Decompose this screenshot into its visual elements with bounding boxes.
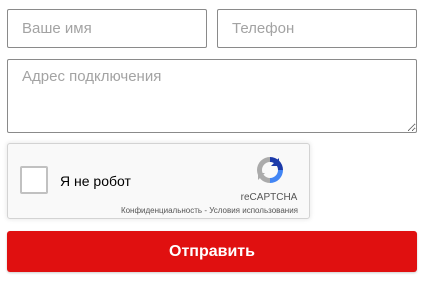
submit-button[interactable]: Отправить xyxy=(7,231,417,272)
recaptcha-checkbox[interactable] xyxy=(20,166,48,194)
recaptcha-brand: reCAPTCHA xyxy=(240,192,298,203)
recaptcha-links: Конфиденциальность - Условия использован… xyxy=(121,206,298,215)
contact-form: Я не робот reCAPTCHA Конфиденциальность … xyxy=(0,0,427,286)
recaptcha-logo-icon xyxy=(257,157,283,183)
recaptcha-checkbox-label: Я не робот xyxy=(60,173,131,189)
phone-input[interactable] xyxy=(217,9,417,48)
terms-link[interactable]: Условия использования xyxy=(209,206,298,215)
privacy-link[interactable]: Конфиденциальность xyxy=(121,206,202,215)
address-textarea[interactable] xyxy=(7,59,417,133)
recaptcha-widget: Я не робот reCAPTCHA Конфиденциальность … xyxy=(7,143,310,219)
name-input[interactable] xyxy=(7,9,207,48)
